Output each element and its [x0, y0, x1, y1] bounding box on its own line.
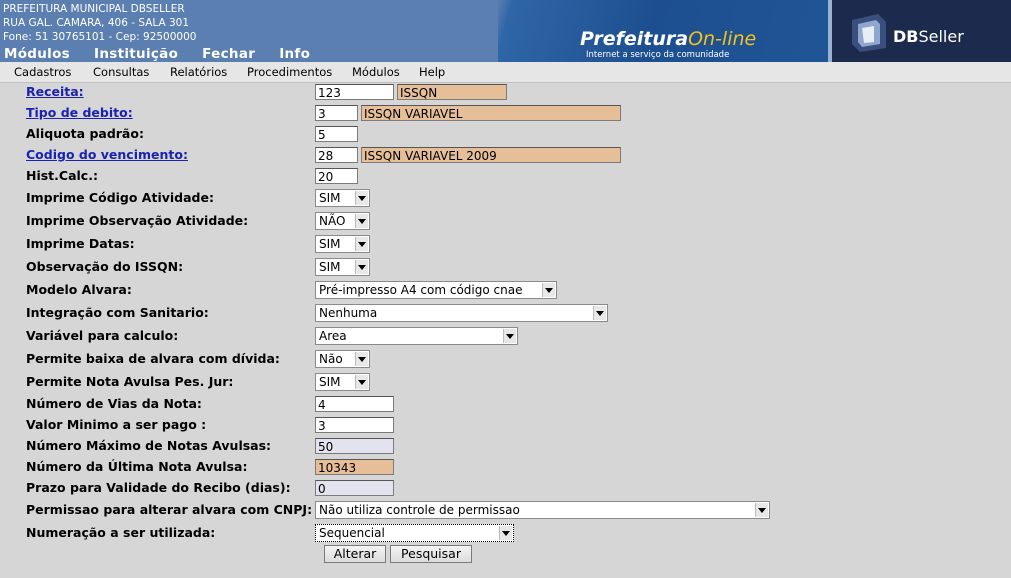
- menu-help[interactable]: Help: [419, 65, 445, 79]
- variavel-calculo-select[interactable]: Area: [315, 327, 518, 345]
- modelo-alvara-select[interactable]: Pré-impresso A4 com código cnae: [315, 281, 557, 299]
- integracao-sanitario-select[interactable]: Nenhuma: [315, 304, 608, 322]
- org-address: RUA GAL. CAMARA, 406 - SALA 301: [3, 17, 190, 29]
- imprime-observacao-atividade-select[interactable]: NÃO: [315, 212, 370, 230]
- baixa-alvara-divida-select[interactable]: Não: [315, 350, 370, 368]
- integracao-sanitario-label: Integração com Sanitario:: [26, 305, 209, 320]
- aliquota-label: Aliquota padrão:: [26, 126, 144, 141]
- receita-link[interactable]: Receita:: [26, 84, 84, 99]
- menu-bar: Cadastros Consultas Relatórios Procedime…: [0, 62, 1011, 83]
- chevron-down-icon: [355, 375, 368, 389]
- permissao-cnpj-label: Permissao para alterar alvara com CNPJ:: [26, 502, 313, 517]
- numeracao-select[interactable]: Sequencial: [315, 524, 514, 542]
- max-notas-label: Número Máximo de Notas Avulsas:: [26, 438, 272, 453]
- codigo-vencimento-link[interactable]: Codigo do vencimento:: [26, 147, 188, 162]
- menu-modulos[interactable]: Módulos: [352, 65, 400, 79]
- ultima-nota-label: Número da Última Nota Avulsa:: [26, 459, 248, 474]
- valor-minimo-label: Valor Minimo a ser pago :: [26, 417, 207, 432]
- ultima-nota-field: 10343: [315, 459, 394, 475]
- nota-avulsa-pj-label: Permite Nota Avulsa Pes. Jur:: [26, 374, 234, 389]
- chevron-down-icon: [355, 352, 368, 366]
- pesquisar-button[interactable]: Pesquisar: [390, 545, 472, 563]
- chevron-down-icon: [503, 329, 516, 343]
- valor-minimo-input[interactable]: 3: [315, 417, 394, 433]
- menu-relatorios[interactable]: Relatórios: [170, 65, 227, 79]
- menu-procedimentos[interactable]: Procedimentos: [247, 65, 332, 79]
- hist-calc-input[interactable]: 20: [315, 168, 358, 184]
- app-header: PREFEITURA MUNICIPAL DBSELLER RUA GAL. C…: [0, 0, 1011, 62]
- chevron-down-icon: [355, 260, 368, 274]
- nav-modulos[interactable]: Módulos: [4, 46, 70, 62]
- chevron-down-icon: [593, 306, 606, 320]
- imprime-datas-label: Imprime Datas:: [26, 236, 135, 251]
- numero-vias-label: Número de Vias da Nota:: [26, 396, 202, 411]
- tipo-debito-link[interactable]: Tipo de debito:: [26, 105, 133, 120]
- chevron-down-icon: [755, 503, 768, 517]
- nav-fechar[interactable]: Fechar: [202, 46, 255, 62]
- chevron-down-icon: [542, 283, 555, 297]
- tipo-debito-desc-field: ISSQN VARIAVEL: [361, 105, 621, 121]
- max-notas-field: 50: [315, 438, 394, 454]
- numero-vias-input[interactable]: 4: [315, 396, 394, 412]
- permissao-cnpj-select[interactable]: Não utiliza controle de permissao: [315, 501, 770, 519]
- nav-instituicao[interactable]: Instituição: [94, 46, 178, 62]
- observacao-issqn-select[interactable]: SIM: [315, 258, 370, 276]
- chevron-down-icon: [355, 214, 368, 228]
- tipo-debito-code-input[interactable]: 3: [315, 105, 358, 121]
- hist-calc-label: Hist.Calc.:: [26, 168, 98, 183]
- receita-code-input[interactable]: 123: [315, 84, 394, 100]
- org-name: PREFEITURA MUNICIPAL DBSELLER: [3, 3, 185, 15]
- prazo-recibo-label: Prazo para Validade do Recibo (dias):: [26, 480, 291, 495]
- numeracao-label: Numeração a ser utilizada:: [26, 525, 216, 540]
- imprime-codigo-atividade-select[interactable]: SIM: [315, 189, 370, 207]
- variavel-calculo-label: Variável para calculo:: [26, 328, 179, 343]
- codigo-vencimento-code-input[interactable]: 28: [315, 147, 358, 163]
- logo-tagline: Internet a serviço da comunidade: [586, 50, 730, 60]
- imprime-codigo-atividade-label: Imprime Código Atividade:: [26, 190, 214, 205]
- observacao-issqn-label: Observação do ISSQN:: [26, 259, 184, 274]
- chevron-down-icon: [355, 237, 368, 251]
- nav-info[interactable]: Info: [279, 46, 310, 62]
- codigo-vencimento-desc-field: ISSQN VARIAVEL 2009: [361, 147, 621, 163]
- menu-consultas[interactable]: Consultas: [93, 65, 149, 79]
- aliquota-input[interactable]: 5: [315, 126, 358, 142]
- top-nav: Módulos Instituição Fechar Info: [0, 46, 334, 62]
- receita-desc-field: ISSQN: [397, 84, 507, 100]
- chevron-down-icon: [499, 526, 512, 540]
- modelo-alvara-label: Modelo Alvara:: [26, 282, 132, 297]
- dbseller-logo: DBSeller: [893, 27, 964, 46]
- imprime-datas-select[interactable]: SIM: [315, 235, 370, 253]
- nota-avulsa-pj-select[interactable]: SIM: [315, 373, 370, 391]
- dbseller-logo-icon: [852, 14, 886, 52]
- org-phone: Fone: 51 30765101 - Cep: 92500000: [3, 31, 197, 43]
- prefeitura-online-logo: PrefeituraOn-line: [580, 28, 757, 50]
- prazo-recibo-field: 0: [315, 480, 394, 496]
- baixa-alvara-divida-label: Permite baixa de alvara com dívida:: [26, 351, 280, 366]
- alterar-button[interactable]: Alterar: [324, 545, 386, 563]
- menu-cadastros[interactable]: Cadastros: [14, 65, 71, 79]
- chevron-down-icon: [355, 191, 368, 205]
- imprime-observacao-atividade-label: Imprime Observação Atividade:: [26, 213, 249, 228]
